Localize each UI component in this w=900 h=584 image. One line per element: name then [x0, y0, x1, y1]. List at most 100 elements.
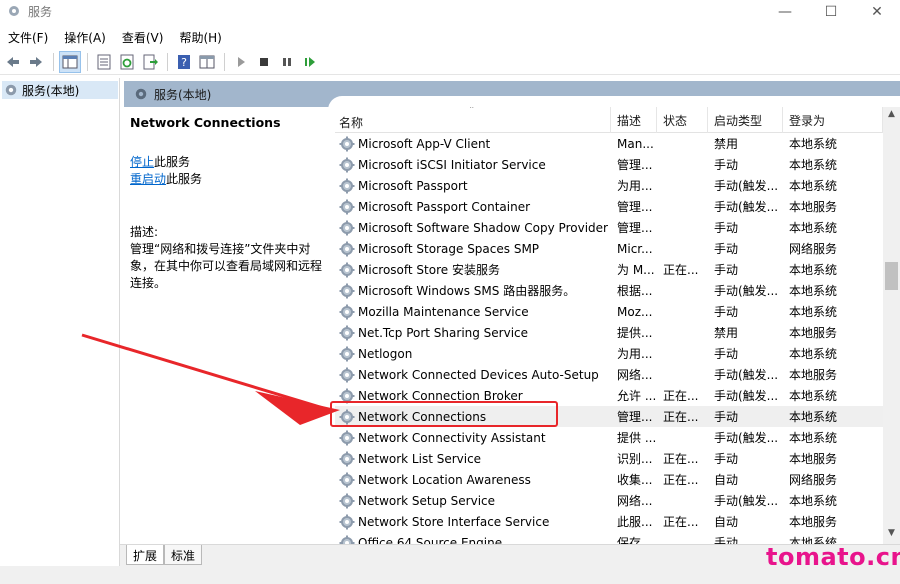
minimize-icon: — — [778, 4, 792, 20]
service-gear-icon — [339, 136, 355, 151]
start-service-button[interactable] — [230, 51, 252, 73]
menu-action[interactable]: 操作(A) — [56, 26, 114, 48]
table-row[interactable]: Microsoft Passport 为用... 手动(触发... 本地系统 — [335, 175, 883, 196]
service-name-cell: Microsoft Software Shadow Copy Provider — [335, 220, 611, 236]
menu-view[interactable]: 查看(V) — [114, 26, 172, 48]
tab-extended[interactable]: 扩展 — [126, 545, 165, 565]
status-bar — [0, 566, 900, 584]
table-row[interactable]: Net.Tcp Port Sharing Service 提供... 禁用 本地服务 — [335, 322, 883, 343]
column-header-logon[interactable]: 登录为 — [783, 107, 883, 133]
table-row[interactable]: Microsoft Storage Spaces SMP Micr... 手动 网络服… — [335, 238, 883, 259]
table-row[interactable]: Microsoft Windows SMS 路由器服务。 根据... 手动(触发..… — [335, 280, 883, 301]
properties-button[interactable] — [93, 51, 115, 73]
services-table: ˄ 名称 描述 状态 启动类型 登录为 Microsoft App-V Clie… — [335, 107, 883, 544]
service-startup-type: 手动(触发... — [714, 200, 779, 214]
menu-file[interactable]: 文件(F) — [0, 26, 56, 48]
maximize-button[interactable]: ☐ — [808, 0, 854, 24]
service-name: Network Connected Devices Auto-Setup — [358, 367, 599, 382]
services-gear-icon — [5, 84, 17, 96]
menu-help[interactable]: 帮助(H) — [171, 26, 229, 48]
scroll-up-icon[interactable]: ▲ — [883, 109, 900, 123]
stop-service-line: 停止此服务 — [130, 154, 330, 171]
service-status: 正在... — [663, 389, 699, 403]
help-button[interactable]: ? — [173, 51, 195, 73]
title-bar: 服务 — ☐ ✕ — [0, 0, 900, 24]
table-row[interactable]: Network Setup Service 网络... 手动(触发... 本地系统 — [335, 490, 883, 511]
service-name-cell: Network List Service — [335, 451, 611, 467]
minimize-button[interactable]: — — [762, 0, 808, 24]
column-header-description[interactable]: 描述 — [611, 107, 657, 133]
restart-service-button[interactable] — [299, 51, 321, 73]
service-logon: 本地服务 — [789, 515, 838, 529]
table-row[interactable]: Network Store Interface Service 此服... 正在..… — [335, 511, 883, 532]
service-name-cell: Net.Tcp Port Sharing Service — [335, 325, 611, 341]
service-gear-icon — [339, 178, 355, 193]
back-icon — [7, 56, 19, 67]
table-row[interactable]: Network Connected Devices Auto-Setup 网络..… — [335, 364, 883, 385]
service-logon: 本地服务 — [789, 452, 838, 466]
column-header-startup-type[interactable]: 启动类型 — [708, 107, 783, 133]
scroll-down-icon[interactable]: ▼ — [883, 528, 900, 542]
scrollbar-thumb[interactable] — [885, 262, 898, 290]
service-status: 正在... — [663, 452, 699, 466]
service-description: 允许 ... — [617, 389, 657, 403]
table-row[interactable]: Network Location Awareness 收集... 正在... 自动 网络… — [335, 469, 883, 490]
service-startup-type: 手动 — [714, 242, 739, 256]
service-startup-type: 手动(触发... — [714, 389, 779, 403]
service-gear-icon — [339, 535, 355, 544]
table-row[interactable]: Netlogon 为用... 手动 本地系统 — [335, 343, 883, 364]
service-logon: 网络服务 — [789, 473, 838, 487]
service-startup-type: 手动(触发... — [714, 431, 779, 445]
service-startup-type: 手动 — [714, 305, 739, 319]
column-header-name[interactable]: ˄ 名称 — [335, 107, 611, 133]
restart-service-link[interactable]: 重启动 — [130, 172, 166, 186]
stop-service-icon — [260, 57, 268, 66]
service-logon: 本地系统 — [789, 305, 838, 319]
service-gear-icon — [339, 220, 355, 235]
service-name-cell: Microsoft App-V Client — [335, 136, 611, 152]
table-row[interactable]: Microsoft iSCSI Initiator Service 管理... 手动… — [335, 154, 883, 175]
back-button[interactable] — [2, 51, 24, 73]
table-row[interactable]: Microsoft Store 安装服务 为 M... 正在... 手动 本地系统 — [335, 259, 883, 280]
maximize-icon: ☐ — [824, 4, 838, 20]
export-button[interactable] — [139, 51, 161, 73]
table-row[interactable]: Network Connectivity Assistant 提供 ... 手动(触… — [335, 427, 883, 448]
service-startup-type: 手动(触发... — [714, 179, 779, 193]
properties-icon — [97, 54, 111, 69]
table-row[interactable]: Mozilla Maintenance Service Moz... 手动 本地系统 — [335, 301, 883, 322]
service-name: Network Location Awareness — [358, 472, 531, 487]
table-row[interactable]: Microsoft Software Shadow Copy Provider 管… — [335, 217, 883, 238]
pause-service-button[interactable] — [276, 51, 298, 73]
service-name-cell: Microsoft Store 安装服务 — [335, 261, 611, 278]
service-startup-type: 手动 — [714, 410, 739, 424]
column-header-status[interactable]: 状态 — [657, 107, 708, 133]
annotation-highlight-box — [330, 401, 558, 427]
table-row[interactable]: Microsoft App-V Client Man... 禁用 本地系统 — [335, 133, 883, 154]
show-tree-button[interactable] — [59, 50, 81, 73]
service-startup-type: 自动 — [714, 515, 739, 529]
service-startup-type: 自动 — [714, 473, 739, 487]
refresh-button[interactable] — [116, 51, 138, 73]
restart-service-line: 重启动此服务 — [130, 171, 330, 188]
table-row[interactable]: Network List Service 识别... 正在... 手动 本地服务 — [335, 448, 883, 469]
service-description: 此服... — [617, 515, 653, 529]
toolbar-separator — [87, 52, 88, 71]
tab-standard[interactable]: 标准 — [164, 545, 203, 565]
service-description: 管理... — [617, 158, 653, 172]
service-status: 正在... — [663, 515, 699, 529]
stop-service-button[interactable] — [253, 51, 275, 73]
service-logon: 本地服务 — [789, 200, 838, 214]
vertical-scrollbar[interactable]: ▲ ▼ — [883, 107, 900, 544]
description-panel: Network Connections 停止此服务 重启动此服务 描述: 管理“… — [124, 107, 330, 544]
service-startup-type: 手动 — [714, 452, 739, 466]
service-name: Microsoft Software Shadow Copy Provider — [358, 220, 608, 235]
forward-button[interactable] — [25, 51, 47, 73]
tree-item-services-local[interactable]: 服务(本地) — [2, 81, 118, 99]
close-button[interactable]: ✕ — [854, 0, 900, 24]
table-row[interactable]: Microsoft Passport Container 管理... 手动(触发..… — [335, 196, 883, 217]
service-logon: 本地系统 — [789, 158, 838, 172]
console-button[interactable] — [196, 51, 218, 73]
toolbar-separator — [224, 52, 225, 71]
service-name-cell: Network Store Interface Service — [335, 514, 611, 530]
stop-service-link[interactable]: 停止 — [130, 155, 154, 169]
